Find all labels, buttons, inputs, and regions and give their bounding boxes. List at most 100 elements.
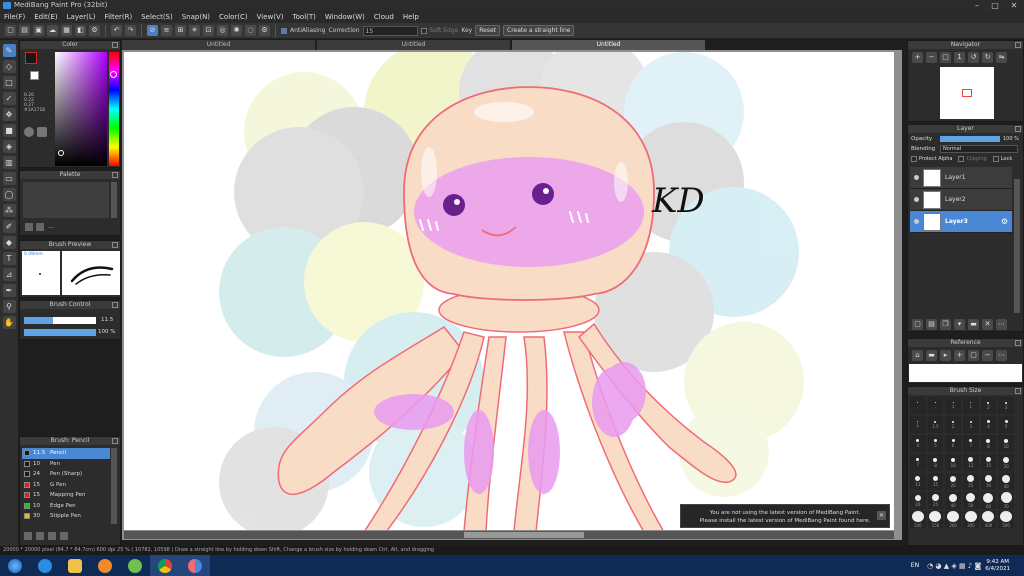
brush-delete-icon[interactable]	[48, 532, 56, 540]
eraser-tool-icon[interactable]: ◇	[2, 60, 16, 73]
brush-size-option[interactable]: 7	[910, 454, 926, 471]
brush-size-option[interactable]: 100	[910, 511, 926, 528]
palette-delete-icon[interactable]	[36, 223, 44, 231]
antialiasing-checkbox[interactable]	[281, 27, 287, 34]
reset-button[interactable]: Reset	[475, 25, 501, 36]
layer-opacity-slider[interactable]	[940, 136, 1000, 142]
brush-tool-icon[interactable]: ✎	[2, 44, 16, 57]
select-pen-icon[interactable]: ✐	[2, 220, 16, 233]
grid-snap-icon[interactable]: ⊡	[203, 25, 214, 36]
taskbar-medibang[interactable]	[180, 555, 210, 576]
palette-add-icon[interactable]	[25, 223, 33, 231]
share-icon[interactable]: ◧	[75, 25, 86, 36]
open-file-icon[interactable]: ▤	[19, 25, 30, 36]
brush-size-option[interactable]: 5	[927, 435, 944, 452]
menu-filter[interactable]: Filter(R)	[105, 13, 133, 21]
layer-row[interactable]: Layer3 ⚙	[910, 211, 1012, 233]
brush-size-option[interactable]: 2	[980, 397, 997, 414]
brush-size-option[interactable]: 6	[945, 435, 961, 452]
navigator-preview[interactable]	[940, 67, 994, 119]
shape-tool-icon[interactable]: ■	[2, 124, 16, 137]
panel-float-icon[interactable]	[112, 242, 118, 248]
export-icon[interactable]: ▦	[61, 25, 72, 36]
brush-list-item[interactable]: 15 Mapping Pen	[22, 490, 110, 501]
select-eraser-icon[interactable]: ◆	[2, 236, 16, 249]
brush-size-option[interactable]: 20	[998, 454, 1014, 471]
tab-untitled-2[interactable]: Untitled	[317, 40, 510, 50]
brush-list-scrollbar[interactable]	[111, 448, 117, 524]
brush-size-option[interactable]: 4	[980, 416, 997, 433]
canvas-hscroll-thumb[interactable]	[464, 532, 584, 538]
reference-zoom-in-icon[interactable]: +	[954, 350, 965, 361]
color-picker-square[interactable]	[55, 52, 107, 166]
menu-cloud[interactable]: Cloud	[374, 13, 394, 21]
layer-visibility-icon[interactable]	[914, 197, 919, 202]
reference-open-icon[interactable]: ▬	[926, 350, 937, 361]
brush-list-item[interactable]: 10 Pen	[22, 459, 110, 470]
layer-row[interactable]: Layer1	[910, 167, 1012, 189]
add-halftone-layer-icon[interactable]: ▤	[926, 319, 937, 330]
fit-icon[interactable]: ▢	[940, 52, 951, 63]
actual-size-icon[interactable]: 1	[954, 52, 965, 63]
protect-alpha-checkbox[interactable]	[911, 156, 917, 162]
brush-size-option[interactable]: 15	[980, 454, 997, 471]
brush-opacity-slider[interactable]	[24, 329, 96, 336]
hue-slider-handle[interactable]	[110, 71, 117, 78]
gradient-tool-icon[interactable]: ▥	[2, 156, 16, 169]
brush-size-slider[interactable]	[24, 317, 96, 324]
background-color-swatch[interactable]	[30, 71, 39, 80]
palette-more-icon[interactable]: …	[48, 223, 54, 230]
brush-size-option[interactable]: 4	[910, 435, 926, 452]
tab-untitled-3[interactable]: Untitled	[512, 40, 705, 50]
brush-size-option[interactable]: .	[910, 397, 926, 414]
layer-row[interactable]: Layer2	[910, 189, 1012, 211]
hue-slider[interactable]	[109, 52, 119, 166]
lock-checkbox[interactable]	[992, 156, 999, 162]
tray-icons[interactable]: ◔ ◕ ▲ ◈ ▦ ♪ ◙	[927, 562, 981, 570]
start-button[interactable]	[0, 555, 30, 576]
foreground-color-swatch[interactable]	[25, 52, 37, 64]
tab-untitled-1[interactable]: Untitled	[122, 40, 315, 50]
taskbar-app-green[interactable]	[120, 555, 150, 576]
brush-size-option[interactable]: 8	[927, 454, 944, 471]
rotate-left-icon[interactable]: ↺	[968, 52, 979, 63]
brush-size-option[interactable]: 300	[963, 511, 979, 528]
menu-window[interactable]: Window(W)	[325, 13, 365, 21]
brush-size-option[interactable]: 7	[963, 435, 979, 452]
add-layer-icon[interactable]: ▢	[912, 319, 923, 330]
panel-float-icon[interactable]	[1015, 340, 1021, 346]
menu-file[interactable]: File(F)	[4, 13, 25, 21]
delete-layer-icon[interactable]: ✕	[982, 319, 993, 330]
brush-size-option[interactable]: 25	[927, 492, 944, 509]
layer-scrollbar[interactable]	[1014, 179, 1020, 313]
brush-size-option[interactable]: 1	[963, 397, 979, 414]
panel-float-icon[interactable]	[112, 302, 118, 308]
brush-size-option[interactable]: 20	[945, 473, 961, 490]
brush-size-option[interactable]: 1	[910, 416, 926, 433]
panel-float-icon[interactable]	[112, 42, 118, 48]
brush-copy-icon[interactable]	[36, 532, 44, 540]
brush-size-option[interactable]: 70	[998, 492, 1014, 509]
taskbar-ie[interactable]	[30, 555, 60, 576]
layer-menu-icon[interactable]: ▾	[954, 319, 965, 330]
language-indicator[interactable]: EN	[911, 562, 919, 569]
brush-size-option[interactable]: 500	[998, 511, 1014, 528]
brush-size-option[interactable]: 20	[910, 492, 926, 509]
brush-list-item[interactable]: 15 G Pen	[22, 480, 110, 491]
rect-select-icon[interactable]: ▭	[2, 172, 16, 185]
notice-close-button[interactable]: ✕	[877, 511, 886, 520]
layer-visibility-icon[interactable]	[914, 175, 919, 180]
reference-zoom-out-icon[interactable]: −	[982, 350, 993, 361]
brush-size-option[interactable]: 10	[998, 435, 1014, 452]
clipping-checkbox[interactable]	[958, 156, 965, 162]
minimize-button[interactable]: –	[968, 0, 986, 11]
taskbar-explorer[interactable]	[60, 555, 90, 576]
save-icon[interactable]: ▣	[33, 25, 44, 36]
move-tool-icon[interactable]: ✥	[2, 108, 16, 121]
menu-help[interactable]: Help	[403, 13, 419, 21]
correction-select[interactable]: 15	[362, 25, 418, 36]
reference-more-icon[interactable]: ⋯	[996, 350, 1007, 361]
navigator-viewport[interactable]	[962, 89, 972, 97]
brush-size-option[interactable]: .	[927, 397, 944, 414]
brush-size-option[interactable]: 15	[927, 473, 944, 490]
